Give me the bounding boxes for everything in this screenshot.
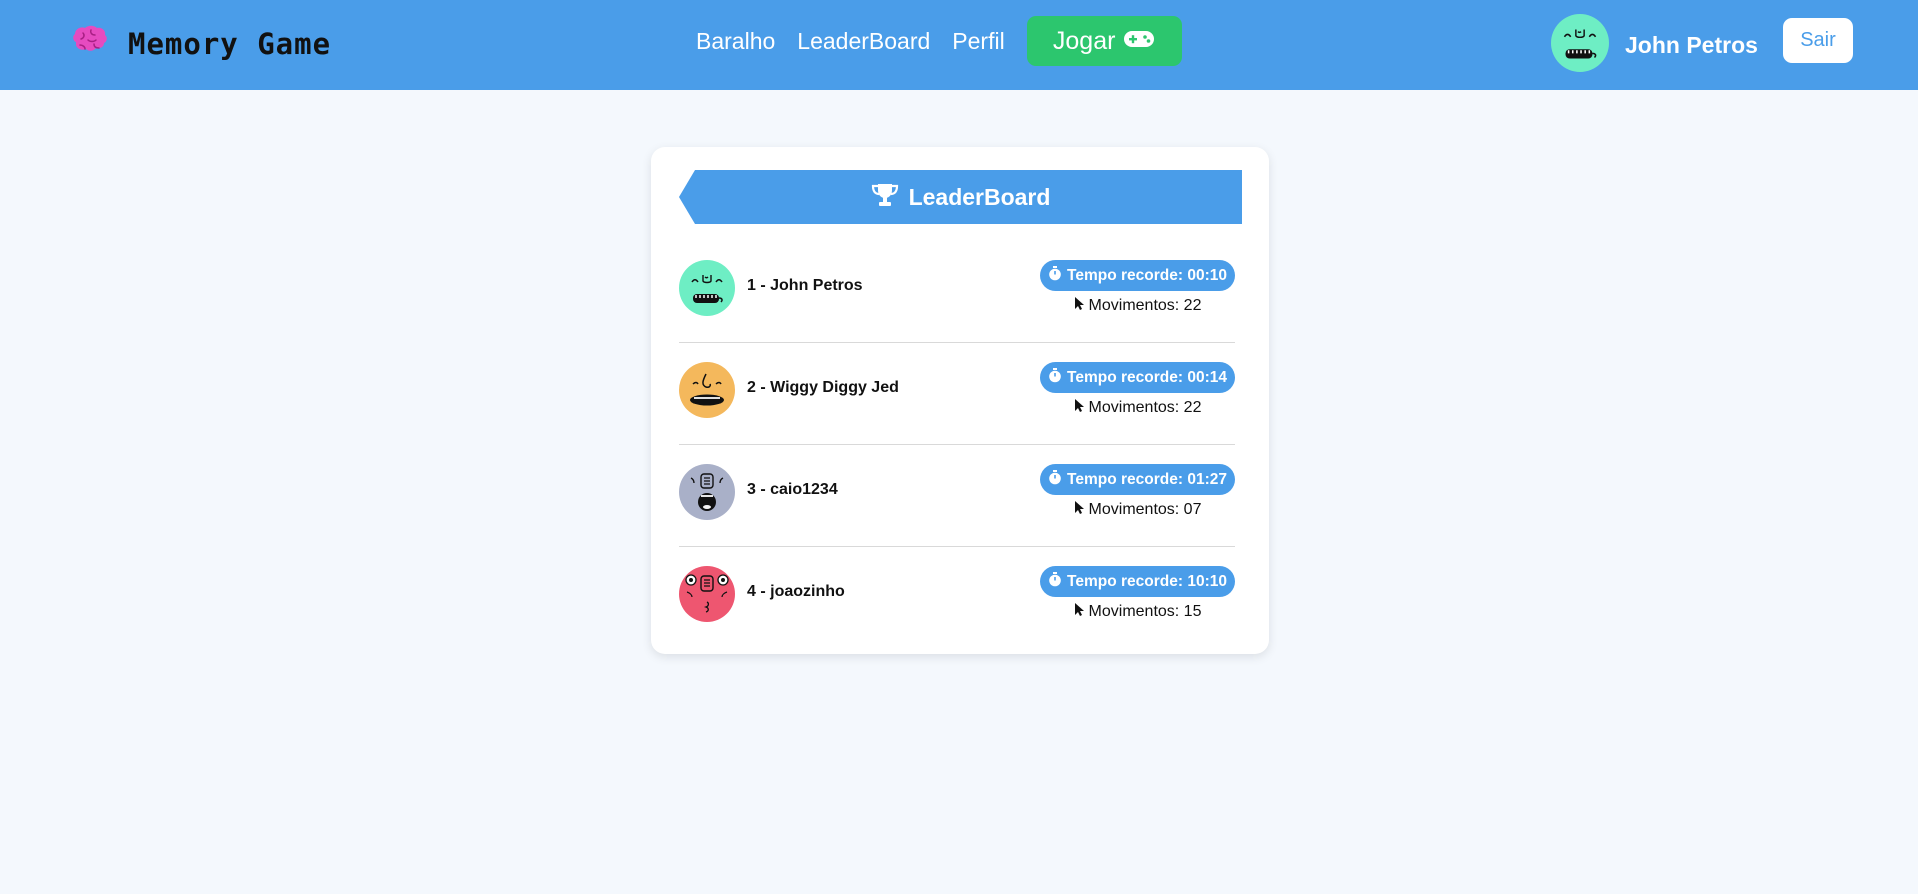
cursor-icon [1074, 398, 1085, 418]
user-name[interactable]: John Petros [1625, 32, 1758, 59]
record-badge: Tempo recorde: 10:10 [1040, 566, 1235, 597]
leaderboard-row: 4 - joaozinho Tempo recorde: 10:10 Movim… [679, 566, 1235, 646]
record-time: Tempo recorde: 00:10 [1067, 266, 1227, 284]
moves-count: Movimentos: 07 [1088, 501, 1202, 518]
record-badge: Tempo recorde: 00:10 [1040, 260, 1235, 291]
brain-icon [70, 24, 108, 63]
gamepad-icon [1123, 27, 1155, 56]
record-badge: Tempo recorde: 00:14 [1040, 362, 1235, 393]
brand-title: Memory Game [128, 26, 332, 61]
avatar [679, 260, 735, 316]
row-divider [679, 546, 1235, 547]
nav-link-perfil[interactable]: Perfil [952, 16, 1004, 66]
stopwatch-icon [1048, 469, 1062, 490]
cursor-icon [1074, 602, 1085, 622]
moves-count: Movimentos: 22 [1088, 399, 1202, 416]
nav-links: Baralho LeaderBoard Perfil Jogar [696, 16, 1182, 66]
avatar [679, 566, 735, 622]
nav-link-baralho[interactable]: Baralho [696, 16, 775, 66]
leaderboard-row: 3 - caio1234 Tempo recorde: 01:27 Movime… [679, 464, 1235, 544]
trophy-icon [871, 182, 899, 213]
play-button-label: Jogar [1052, 26, 1116, 55]
stopwatch-icon [1048, 367, 1062, 388]
record-time: Tempo recorde: 01:27 [1067, 470, 1227, 488]
play-button[interactable]: Jogar [1026, 16, 1182, 66]
moves: Movimentos: 22 [1040, 296, 1235, 316]
player-name: 3 - caio1234 [747, 481, 838, 498]
record-time: Tempo recorde: 10:10 [1067, 572, 1227, 590]
avatar [679, 362, 735, 418]
cursor-icon [1074, 296, 1085, 316]
nav-link-leaderboard[interactable]: LeaderBoard [797, 16, 930, 66]
leaderboard-row: 2 - Wiggy Diggy Jed Tempo recorde: 00:14… [679, 362, 1235, 442]
record-time: Tempo recorde: 00:14 [1067, 368, 1227, 386]
cursor-icon [1074, 500, 1085, 520]
leaderboard-header: LeaderBoard [679, 170, 1242, 224]
avatar [1551, 14, 1609, 77]
leaderboard-card: LeaderBoard 1 - John Petros Tempo record… [651, 147, 1269, 654]
logout-button[interactable]: Sair [1783, 18, 1853, 63]
leaderboard-title: LeaderBoard [908, 183, 1051, 210]
moves-count: Movimentos: 15 [1088, 603, 1202, 620]
row-divider [679, 444, 1235, 445]
leaderboard-row: 1 - John Petros Tempo recorde: 00:10 Mov… [679, 260, 1235, 340]
navbar: Memory Game Baralho LeaderBoard Perfil J… [0, 0, 1918, 90]
moves-count: Movimentos: 22 [1088, 297, 1202, 314]
player-name: 2 - Wiggy Diggy Jed [747, 379, 899, 396]
moves: Movimentos: 22 [1040, 398, 1235, 418]
record-badge: Tempo recorde: 01:27 [1040, 464, 1235, 495]
stopwatch-icon [1048, 265, 1062, 286]
brand[interactable]: Memory Game [70, 24, 331, 63]
moves: Movimentos: 07 [1040, 500, 1235, 520]
avatar [679, 464, 735, 520]
player-name: 1 - John Petros [747, 277, 863, 294]
stopwatch-icon [1048, 571, 1062, 592]
row-divider [679, 342, 1235, 343]
player-name: 4 - joaozinho [747, 583, 845, 600]
user-area[interactable]: John Petros [1551, 14, 1758, 77]
moves: Movimentos: 15 [1040, 602, 1235, 622]
